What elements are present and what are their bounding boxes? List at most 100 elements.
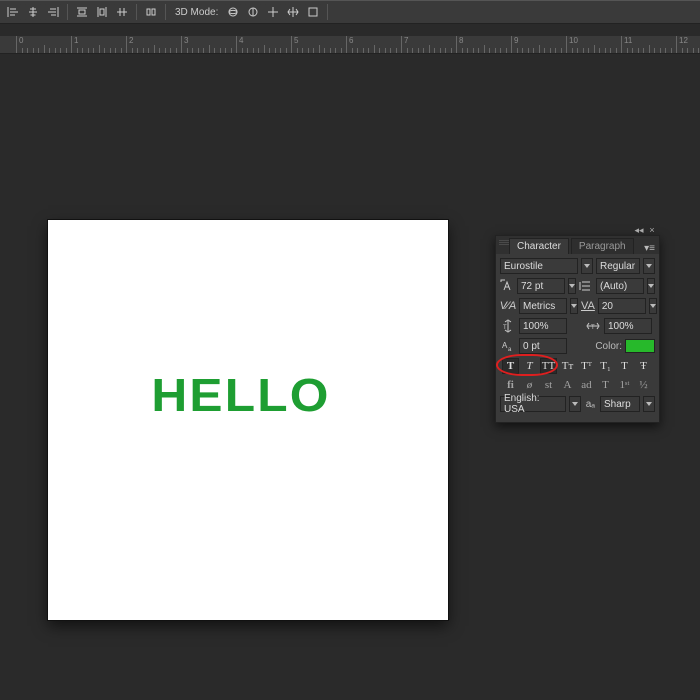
ruler-tick bbox=[357, 48, 360, 54]
panel-close-btn[interactable]: × bbox=[647, 226, 657, 236]
ruler-tick bbox=[544, 48, 547, 54]
3d-move-btn[interactable] bbox=[284, 3, 302, 21]
text-color-swatch[interactable] bbox=[625, 339, 655, 353]
tracking-field[interactable]: 20 bbox=[598, 298, 646, 314]
ruler-tick bbox=[368, 48, 371, 54]
ruler-tick bbox=[55, 48, 58, 54]
language-dd[interactable] bbox=[569, 396, 581, 412]
font-size-field[interactable]: 72 pt bbox=[517, 278, 565, 294]
font-size-dd[interactable] bbox=[568, 278, 576, 294]
spacing-btn[interactable] bbox=[142, 3, 160, 21]
font-style-dd[interactable] bbox=[643, 258, 655, 274]
character-panel: ◂◂ × Character Paragraph ▾≡ Eurostile Re… bbox=[495, 235, 660, 423]
language-field[interactable]: English: USA bbox=[500, 396, 566, 412]
fractions-btn[interactable]: ½ bbox=[635, 377, 652, 393]
ruler-tick bbox=[687, 48, 690, 54]
ruler-tick bbox=[308, 48, 311, 54]
stylistic-btn[interactable]: st bbox=[540, 377, 557, 393]
ruler-tick bbox=[44, 45, 47, 54]
antialias-dd[interactable] bbox=[643, 396, 655, 412]
align-center-btn[interactable] bbox=[24, 3, 42, 21]
distribute-h-btn[interactable] bbox=[73, 3, 91, 21]
slashed-zero-btn[interactable]: ø bbox=[521, 377, 538, 393]
superscript-btn[interactable]: Tᵀ bbox=[578, 358, 595, 374]
distribute-v-btn[interactable] bbox=[93, 3, 111, 21]
ruler-tick bbox=[88, 48, 91, 54]
separator bbox=[165, 4, 166, 20]
ruler-tick bbox=[610, 48, 613, 54]
ordinals-btn[interactable]: 1ˢᵗ bbox=[616, 377, 633, 393]
tab-paragraph[interactable]: Paragraph bbox=[571, 238, 634, 254]
tracking-dd[interactable] bbox=[649, 298, 657, 314]
ruler-tick bbox=[654, 48, 657, 54]
aa-label: aₐ bbox=[586, 399, 595, 410]
panel-menu-btn[interactable]: ▾≡ bbox=[644, 243, 655, 254]
faux-bold-btn[interactable]: T bbox=[502, 358, 519, 374]
ruler-tick bbox=[60, 48, 63, 54]
ruler-tick bbox=[385, 48, 388, 54]
panel-collapse-btn[interactable]: ◂◂ bbox=[634, 226, 644, 236]
ruler-tick bbox=[66, 48, 69, 54]
subscript-btn[interactable]: T₁ bbox=[597, 358, 614, 374]
underline-btn[interactable]: T bbox=[616, 358, 633, 374]
distribute-spacing-btn[interactable] bbox=[113, 3, 131, 21]
ruler-tick bbox=[462, 48, 465, 54]
mode-label: 3D Mode: bbox=[175, 7, 218, 18]
ruler-tick bbox=[110, 48, 113, 54]
document-canvas[interactable]: HELLO bbox=[48, 220, 448, 620]
align-right-btn[interactable] bbox=[44, 3, 62, 21]
faux-italic-btn[interactable]: T bbox=[521, 358, 538, 374]
ruler-tick bbox=[616, 48, 619, 54]
text-layer-hello[interactable]: HELLO bbox=[151, 368, 330, 422]
swash-btn[interactable]: ad bbox=[578, 377, 595, 393]
ruler-tick bbox=[396, 48, 399, 54]
ruler-tick bbox=[599, 48, 602, 54]
ruler-tick bbox=[93, 48, 96, 54]
ruler-tick bbox=[38, 48, 41, 54]
ruler-tick bbox=[495, 48, 498, 54]
svg-text:a: a bbox=[508, 347, 512, 353]
font-family-dd[interactable] bbox=[581, 258, 593, 274]
ruler-tick bbox=[489, 48, 492, 54]
ruler-tick bbox=[682, 48, 685, 54]
contextual-btn[interactable]: A bbox=[559, 377, 576, 393]
3d-pan-btn[interactable] bbox=[264, 3, 282, 21]
ruler-tick bbox=[176, 48, 179, 54]
baseline-field[interactable]: 0 pt bbox=[519, 338, 567, 354]
horizontal-ruler: 0123456789101112 bbox=[0, 36, 700, 54]
font-style-field[interactable]: Regular bbox=[596, 258, 640, 274]
titling-btn[interactable]: T bbox=[597, 377, 614, 393]
ruler-tick bbox=[258, 48, 261, 54]
ruler-tick bbox=[539, 45, 542, 54]
ruler-tick bbox=[203, 48, 206, 54]
kerning-field[interactable]: Metrics bbox=[519, 298, 567, 314]
font-size-icon bbox=[500, 278, 514, 294]
ruler-tick bbox=[473, 48, 476, 54]
ruler-tick bbox=[407, 48, 410, 54]
svg-text:T: T bbox=[591, 325, 595, 331]
ruler-tick bbox=[143, 48, 146, 54]
all-caps-btn[interactable]: TT bbox=[540, 358, 557, 374]
leading-field[interactable]: (Auto) bbox=[596, 278, 644, 294]
3d-sphere-btn[interactable] bbox=[224, 3, 242, 21]
ligatures-btn[interactable]: fi bbox=[502, 377, 519, 393]
align-left-btn[interactable] bbox=[4, 3, 22, 21]
ruler-tick bbox=[555, 48, 558, 54]
ruler-tick bbox=[154, 45, 157, 54]
3d-rotate-btn[interactable] bbox=[244, 3, 262, 21]
small-caps-btn[interactable]: Tᴛ bbox=[559, 358, 576, 374]
leading-dd[interactable] bbox=[647, 278, 655, 294]
antialias-field[interactable]: Sharp bbox=[600, 396, 640, 412]
tab-character[interactable]: Character bbox=[509, 238, 569, 254]
strikethrough-btn[interactable]: Ŧ bbox=[635, 358, 652, 374]
ruler-tick bbox=[638, 48, 641, 54]
ruler-tick bbox=[242, 48, 245, 54]
hscale-field[interactable]: 100% bbox=[604, 318, 652, 334]
3d-scale-btn[interactable] bbox=[304, 3, 322, 21]
ruler-tick bbox=[379, 48, 382, 54]
vscale-field[interactable]: 100% bbox=[519, 318, 567, 334]
workspace: HELLO ◂◂ × Character Paragraph ▾≡ Eurost… bbox=[0, 60, 700, 700]
ruler-tick bbox=[506, 48, 509, 54]
font-family-field[interactable]: Eurostile bbox=[500, 258, 578, 274]
kerning-dd[interactable] bbox=[570, 298, 578, 314]
